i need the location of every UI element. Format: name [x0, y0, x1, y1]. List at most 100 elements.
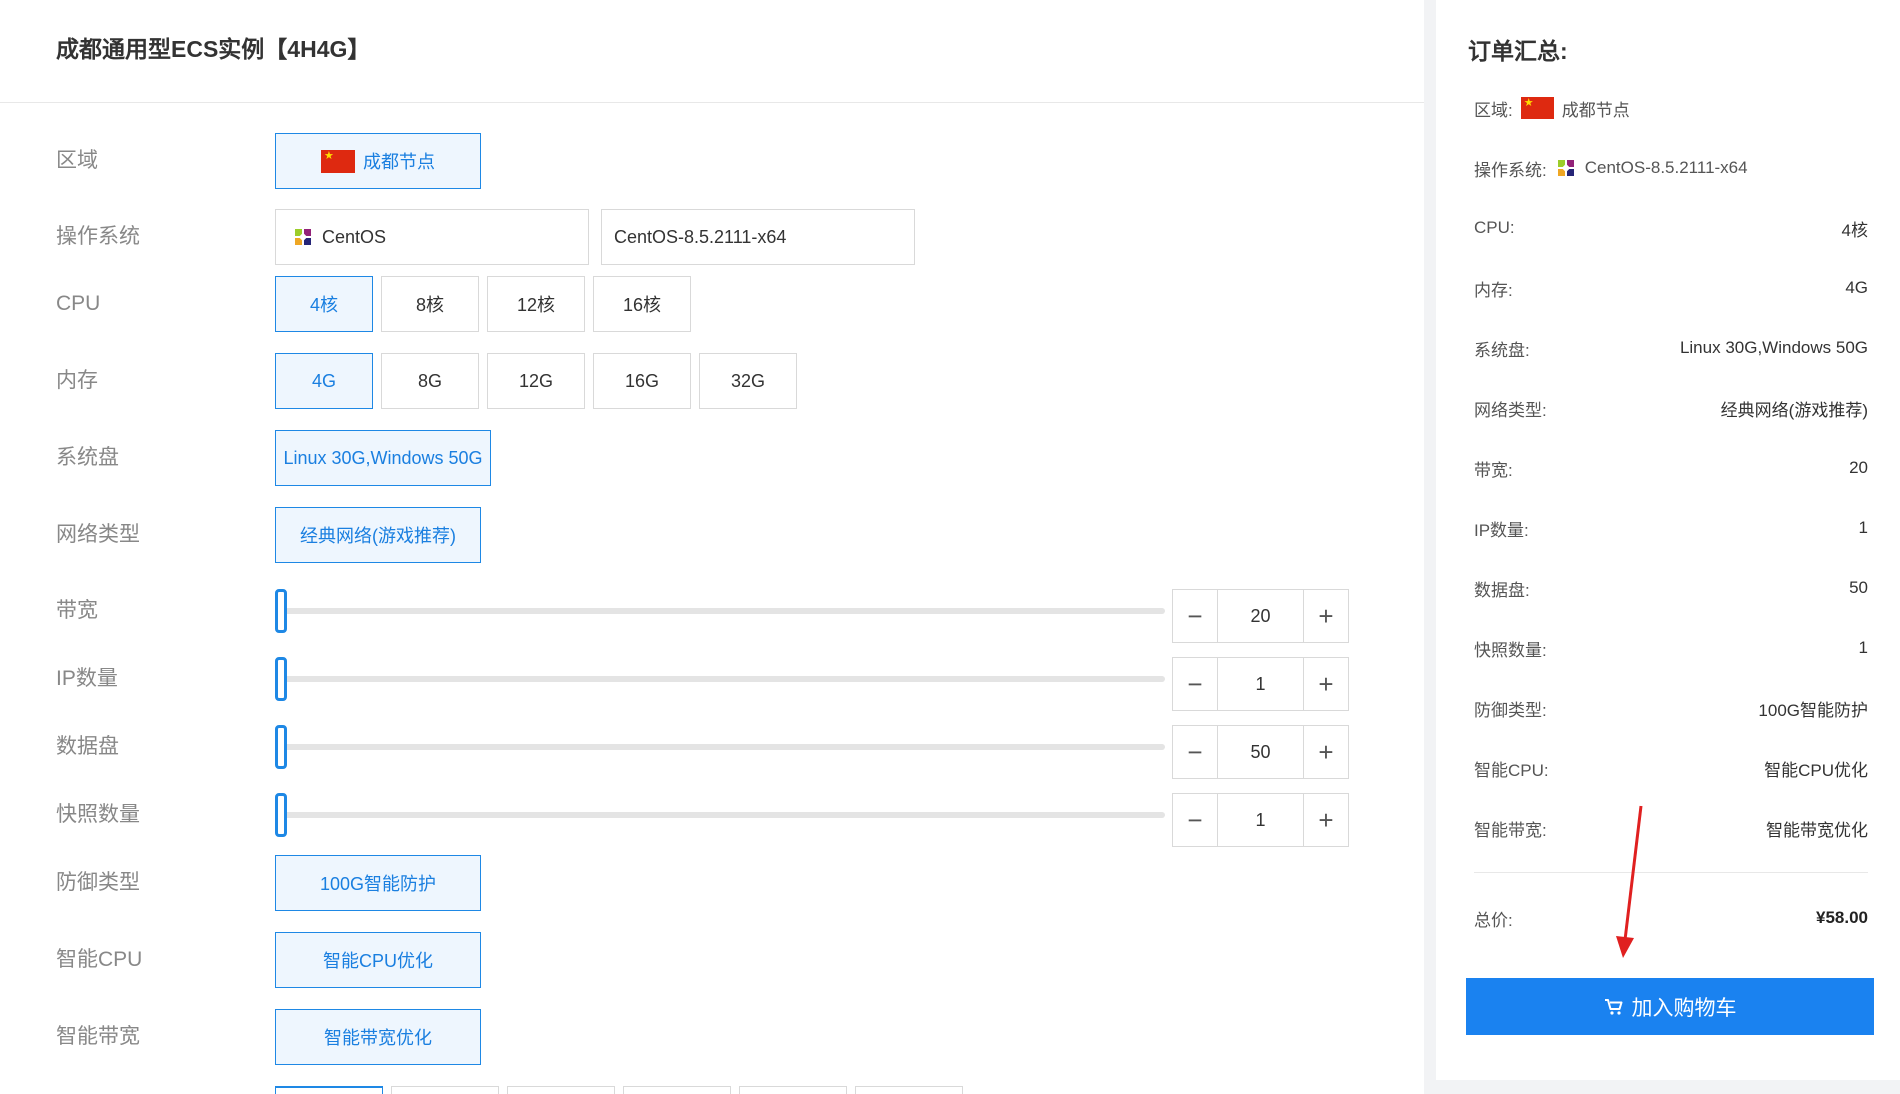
data-disk-slider[interactable] — [275, 725, 1165, 769]
slider-track — [275, 744, 1165, 750]
summary-row-value: 20 — [1849, 458, 1868, 477]
more-option[interactable] — [623, 1086, 731, 1094]
summary-row-label: 内存: — [1474, 280, 1513, 300]
smart-bandwidth-row: 智能带宽 智能带宽优化 — [0, 1009, 1424, 1065]
summary-row-value: 1 — [1858, 638, 1868, 657]
more-option[interactable] — [391, 1086, 499, 1094]
defense-row: 防御类型 100G智能防护 — [0, 855, 1424, 911]
cpu-option-8[interactable]: 8核 — [381, 276, 479, 332]
summary-row-value: Linux 30G,Windows 50G — [1679, 338, 1868, 357]
summary-row-label: 快照数量: — [1474, 640, 1547, 660]
bandwidth-label: 带宽 — [56, 599, 98, 622]
network-option[interactable]: 经典网络(游戏推荐) — [275, 507, 481, 563]
memory-label: 内存 — [56, 369, 98, 392]
smart-bandwidth-label: 智能带宽 — [56, 1025, 140, 1048]
total-price-label: 总价: — [1474, 910, 1513, 930]
cpu-option-16[interactable]: 16核 — [593, 276, 691, 332]
summary-row: 内存: 4G — [1474, 273, 1868, 303]
memory-option-4g[interactable]: 4G — [275, 353, 373, 409]
defense-label: 防御类型 — [56, 871, 140, 894]
summary-row-value: 经典网络(游戏推荐) — [1720, 400, 1868, 420]
summary-row-value: 4G — [1845, 278, 1868, 297]
ip-count-slider[interactable] — [275, 657, 1165, 701]
increment-button[interactable]: + — [1303, 794, 1348, 846]
slider-handle[interactable] — [275, 657, 287, 701]
more-option[interactable] — [739, 1086, 847, 1094]
os-version-select[interactable]: CentOS-8.5.2111-x64 — [601, 209, 915, 265]
total-price-value: ¥58.00 — [1816, 908, 1868, 927]
bandwidth-row: 带宽 − 20 + — [0, 583, 1424, 649]
more-option[interactable] — [507, 1086, 615, 1094]
cpu-option-12[interactable]: 12核 — [487, 276, 585, 332]
increment-button[interactable]: + — [1303, 590, 1348, 642]
bandwidth-slider[interactable] — [275, 589, 1165, 633]
more-option[interactable] — [855, 1086, 963, 1094]
cpu-option-4[interactable]: 4核 — [275, 276, 373, 332]
summary-row-label: 网络类型: — [1474, 400, 1547, 420]
summary-region-value: 成都节点 — [1561, 100, 1630, 120]
bandwidth-value[interactable]: 20 — [1218, 590, 1303, 642]
data-disk-label: 数据盘 — [56, 735, 119, 758]
more-option[interactable] — [275, 1086, 383, 1094]
increment-button[interactable]: + — [1303, 726, 1348, 778]
ip-count-row: IP数量 − 1 + — [0, 651, 1424, 717]
ip-count-stepper: − 1 + — [1172, 657, 1349, 711]
add-to-cart-button[interactable]: 加入购物车 — [1466, 978, 1874, 1035]
region-row: 区域 成都节点 — [0, 133, 1424, 189]
decrement-button[interactable]: − — [1173, 590, 1218, 642]
summary-row: 智能带宽: 智能带宽优化 — [1474, 813, 1868, 843]
os-label: 操作系统 — [56, 225, 140, 248]
summary-row: 防御类型: 100G智能防护 — [1474, 693, 1868, 723]
network-row: 网络类型 经典网络(游戏推荐) — [0, 507, 1424, 563]
summary-row: 网络类型: 经典网络(游戏推荐) — [1474, 393, 1868, 423]
defense-option[interactable]: 100G智能防护 — [275, 855, 481, 911]
cpu-row: CPU 4核 8核 12核 16核 — [0, 276, 1424, 332]
summary-row: 智能CPU: 智能CPU优化 — [1474, 753, 1868, 783]
snapshots-stepper: − 1 + — [1172, 793, 1349, 847]
os-row: 操作系统 CentOS CentOS-8.5.2111-x64 — [0, 209, 1424, 265]
slider-handle[interactable] — [275, 589, 287, 633]
summary-row-value: 智能CPU优化 — [1764, 760, 1868, 780]
summary-os-value: CentOS-8.5.2111-x64 — [1584, 158, 1748, 177]
os-family-value: CentOS — [322, 226, 387, 247]
shopping-cart-icon — [1604, 998, 1622, 1015]
decrement-button[interactable]: − — [1173, 726, 1218, 778]
china-flag-icon — [321, 149, 355, 173]
decrement-button[interactable]: − — [1173, 658, 1218, 710]
os-family-select[interactable]: CentOS — [275, 209, 589, 265]
summary-row: 系统盘: Linux 30G,Windows 50G — [1474, 333, 1868, 363]
decrement-button[interactable]: − — [1173, 794, 1218, 846]
summary-row-value: 100G智能防护 — [1758, 700, 1868, 720]
network-label: 网络类型 — [56, 523, 140, 546]
system-disk-row: 系统盘 Linux 30G,Windows 50G — [0, 430, 1424, 486]
snapshots-value[interactable]: 1 — [1218, 794, 1303, 846]
summary-title: 订单汇总: — [1468, 38, 1568, 64]
memory-option-32g[interactable]: 32G — [699, 353, 797, 409]
slider-handle[interactable] — [275, 725, 287, 769]
summary-row-label: 防御类型: — [1474, 700, 1547, 720]
system-disk-option[interactable]: Linux 30G,Windows 50G — [275, 430, 491, 486]
memory-option-8g[interactable]: 8G — [381, 353, 479, 409]
summary-row-value: 4核 — [1841, 220, 1868, 240]
smart-cpu-row: 智能CPU 智能CPU优化 — [0, 932, 1424, 988]
region-option-chengdu[interactable]: 成都节点 — [275, 133, 481, 189]
snapshots-label: 快照数量 — [56, 803, 140, 826]
ip-count-value[interactable]: 1 — [1218, 658, 1303, 710]
bandwidth-stepper: − 20 + — [1172, 589, 1349, 643]
page-header: 成都通用型ECS实例【4H4G】 — [0, 0, 1424, 103]
increment-button[interactable]: + — [1303, 658, 1348, 710]
smart-cpu-option[interactable]: 智能CPU优化 — [275, 932, 481, 988]
data-disk-row: 数据盘 − 50 + — [0, 719, 1424, 785]
region-option-label: 成都节点 — [363, 152, 435, 172]
snapshots-slider[interactable] — [275, 793, 1165, 837]
smart-bandwidth-option[interactable]: 智能带宽优化 — [275, 1009, 481, 1065]
page-title: 成都通用型ECS实例【4H4G】 — [56, 36, 371, 62]
data-disk-value[interactable]: 50 — [1218, 726, 1303, 778]
memory-option-16g[interactable]: 16G — [593, 353, 691, 409]
china-flag-icon — [1520, 97, 1554, 119]
summary-row-value: 1 — [1858, 518, 1868, 537]
memory-option-12g[interactable]: 12G — [487, 353, 585, 409]
summary-row-label: 系统盘: — [1474, 340, 1530, 360]
config-panel: 成都通用型ECS实例【4H4G】 区域 成都节点 操作系统 CentOS C — [0, 0, 1424, 1094]
slider-handle[interactable] — [275, 793, 287, 837]
